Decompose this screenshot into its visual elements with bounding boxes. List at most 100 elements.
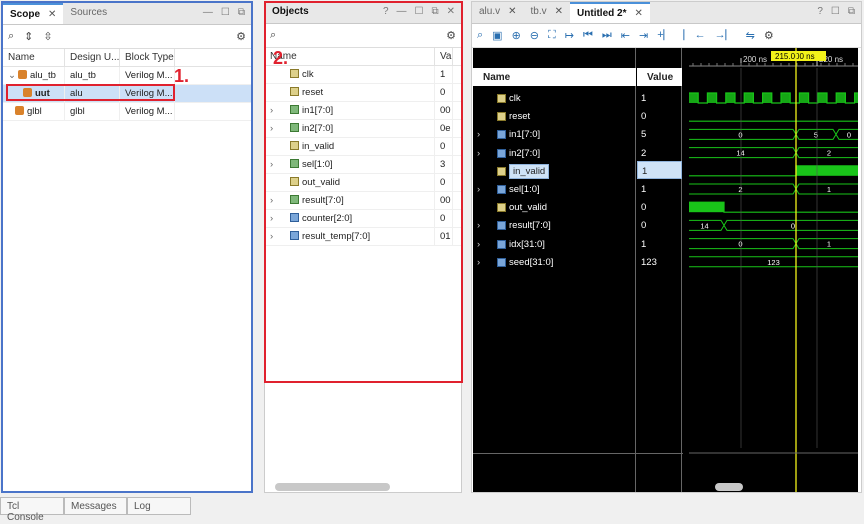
- tab-untitled-2[interactable]: Untitled 2* ✕: [570, 2, 650, 23]
- objects-scrollbar[interactable]: [275, 483, 390, 491]
- bus-icon: [497, 185, 506, 195]
- out-valid-high-fill: [689, 202, 724, 213]
- tab-tb-v[interactable]: tb.v ✕: [524, 2, 571, 23]
- wave-signal-row[interactable]: › result[7:0]: [473, 215, 636, 233]
- wave-signal-name: idx[31:0]: [509, 238, 545, 250]
- restore-icon[interactable]: ☐: [221, 7, 230, 24]
- wave-signal-row[interactable]: › in1[7:0]: [473, 124, 636, 142]
- wave-scrollbar[interactable]: [715, 483, 743, 491]
- gear-icon[interactable]: ⚙: [764, 29, 774, 42]
- scope-row-alu_tb[interactable]: ⌄ alu_tb alu_tb Verilog M...: [3, 67, 251, 85]
- save-icon[interactable]: ▣: [492, 29, 502, 42]
- search-icon[interactable]: ⌕: [8, 30, 14, 43]
- close-icon[interactable]: ✕: [508, 6, 516, 17]
- help-icon[interactable]: ?: [817, 6, 823, 23]
- collapse-all-icon[interactable]: ⇕: [24, 30, 33, 43]
- wave-signal-row[interactable]: in_valid: [473, 161, 636, 179]
- close-icon[interactable]: ✕: [555, 6, 563, 17]
- tab-messages[interactable]: Messages: [64, 497, 127, 515]
- signal-icon: [497, 166, 506, 176]
- next-marker-icon[interactable]: →⎸: [715, 29, 737, 42]
- bus-value-label: 123: [767, 258, 780, 267]
- go-start-icon[interactable]: ⏮: [583, 29, 593, 42]
- expand-all-icon[interactable]: ⇳: [43, 30, 52, 43]
- chevron-right-icon[interactable]: ›: [477, 239, 487, 250]
- add-marker-icon[interactable]: +⎸: [657, 29, 674, 42]
- search-icon[interactable]: ⌕: [477, 29, 483, 42]
- tab-scope[interactable]: Scope ✕: [3, 3, 64, 24]
- clk-high-fill: [854, 93, 858, 103]
- bus-icon: [497, 148, 506, 158]
- wave-signal-row[interactable]: › in2[7:0]: [473, 143, 636, 161]
- chevron-down-icon[interactable]: ⌄: [8, 70, 18, 81]
- chevron-right-icon[interactable]: ›: [477, 220, 487, 231]
- wave-signal-name: result[7:0]: [509, 220, 551, 232]
- wave-signal-value: 0: [641, 111, 647, 123]
- bus-value-label: 2: [738, 185, 742, 194]
- bus-value-label: 0: [738, 240, 742, 249]
- clk-high-fill: [762, 93, 772, 103]
- close-icon[interactable]: ✕: [634, 8, 642, 19]
- chevron-right-icon[interactable]: ›: [477, 129, 487, 140]
- zoom-in-icon[interactable]: ⊕: [512, 29, 521, 42]
- wave-values-column: Value 1 0 5 2 1 1 0 0 1 123: [637, 48, 682, 492]
- annotation-2: 2.: [273, 48, 289, 68]
- clk-high-fill: [817, 93, 827, 103]
- tab-sources[interactable]: Sources: [63, 3, 114, 24]
- bus-value-label: 14: [700, 221, 708, 230]
- clk-high-fill: [725, 93, 735, 103]
- wave-value-header[interactable]: Value: [637, 68, 682, 86]
- cursor-icon[interactable]: ↦: [565, 29, 574, 42]
- col-design-unit[interactable]: Design U...: [65, 49, 120, 66]
- col-block-type[interactable]: Block Type: [120, 49, 175, 66]
- next-transition-icon[interactable]: ⇥: [639, 29, 648, 42]
- signal-icon: [497, 112, 506, 122]
- swap-cursor-icon[interactable]: ⇋: [746, 29, 755, 42]
- wave-signal-row[interactable]: clk: [473, 88, 636, 106]
- wave-names-column: Name clk reset › in1[7:0] › in2[7:0] in_valid ›…: [473, 48, 636, 492]
- go-end-icon[interactable]: ⏭: [602, 29, 612, 42]
- wave-signal-row[interactable]: › idx[31:0]: [473, 234, 636, 252]
- scope-row-glbl[interactable]: glbl glbl Verilog M...: [3, 103, 251, 121]
- minimize-icon[interactable]: —: [203, 7, 213, 24]
- tab-log[interactable]: Log: [127, 497, 191, 515]
- prev-marker-icon[interactable]: ⎸←: [684, 29, 706, 42]
- highlight-box-objects: [264, 1, 463, 383]
- bus-value-label: 0: [791, 221, 795, 230]
- float-icon[interactable]: ⧉: [238, 7, 245, 24]
- tab-tcl-console[interactable]: Tcl Console: [0, 497, 64, 523]
- bus-icon: [497, 257, 506, 267]
- module-icon: [18, 70, 27, 79]
- chevron-right-icon[interactable]: ›: [477, 257, 487, 268]
- clk-high-fill: [836, 93, 846, 103]
- col-name[interactable]: Name: [3, 49, 65, 66]
- wave-signal-name: reset: [509, 111, 531, 123]
- wave-signal-value: 123: [641, 256, 657, 268]
- float-icon[interactable]: ⧉: [848, 6, 855, 23]
- wave-signal-row[interactable]: reset: [473, 106, 636, 124]
- wave-signal-row[interactable]: › sel[1:0]: [473, 179, 636, 197]
- wave-toolbar: ⌕ ▣ ⊕ ⊖ ⛶ ↦ ⏮ ⏭ ⇤ ⇥ +⎸ ⎸← →⎸ ⇋ ⚙: [472, 24, 861, 48]
- zoom-out-icon[interactable]: ⊖: [530, 29, 539, 42]
- chevron-right-icon[interactable]: ›: [477, 184, 487, 195]
- bus-value-label: 2: [827, 149, 831, 158]
- waveform-canvas[interactable]: 200 ns 220 ns215.000 ns0 5 014 22 114 00 1123: [689, 48, 858, 492]
- bus-value-label: 14: [736, 149, 744, 158]
- signal-icon: [497, 203, 506, 213]
- bus-icon: [497, 221, 506, 231]
- chevron-right-icon[interactable]: ›: [477, 148, 487, 159]
- close-icon[interactable]: ✕: [48, 9, 56, 20]
- prev-transition-icon[interactable]: ⇤: [621, 29, 630, 42]
- wave-signal-value: 0: [641, 220, 647, 232]
- zoom-fit-icon[interactable]: ⛶: [548, 29, 556, 42]
- gear-icon[interactable]: ⚙: [236, 30, 246, 43]
- wave-signal-name: in_valid: [509, 163, 550, 179]
- wave-signal-name: out_valid: [509, 202, 548, 214]
- window-controls: ? ☐ ⧉: [817, 2, 861, 23]
- wave-name-header[interactable]: Name: [473, 68, 636, 86]
- wave-signal-row[interactable]: › seed[31:0]: [473, 252, 636, 270]
- wave-signal-value: 1: [641, 184, 647, 196]
- tab-alu-v[interactable]: alu.v ✕: [472, 2, 524, 23]
- restore-icon[interactable]: ☐: [831, 6, 840, 23]
- wave-signal-row[interactable]: out_valid: [473, 197, 636, 215]
